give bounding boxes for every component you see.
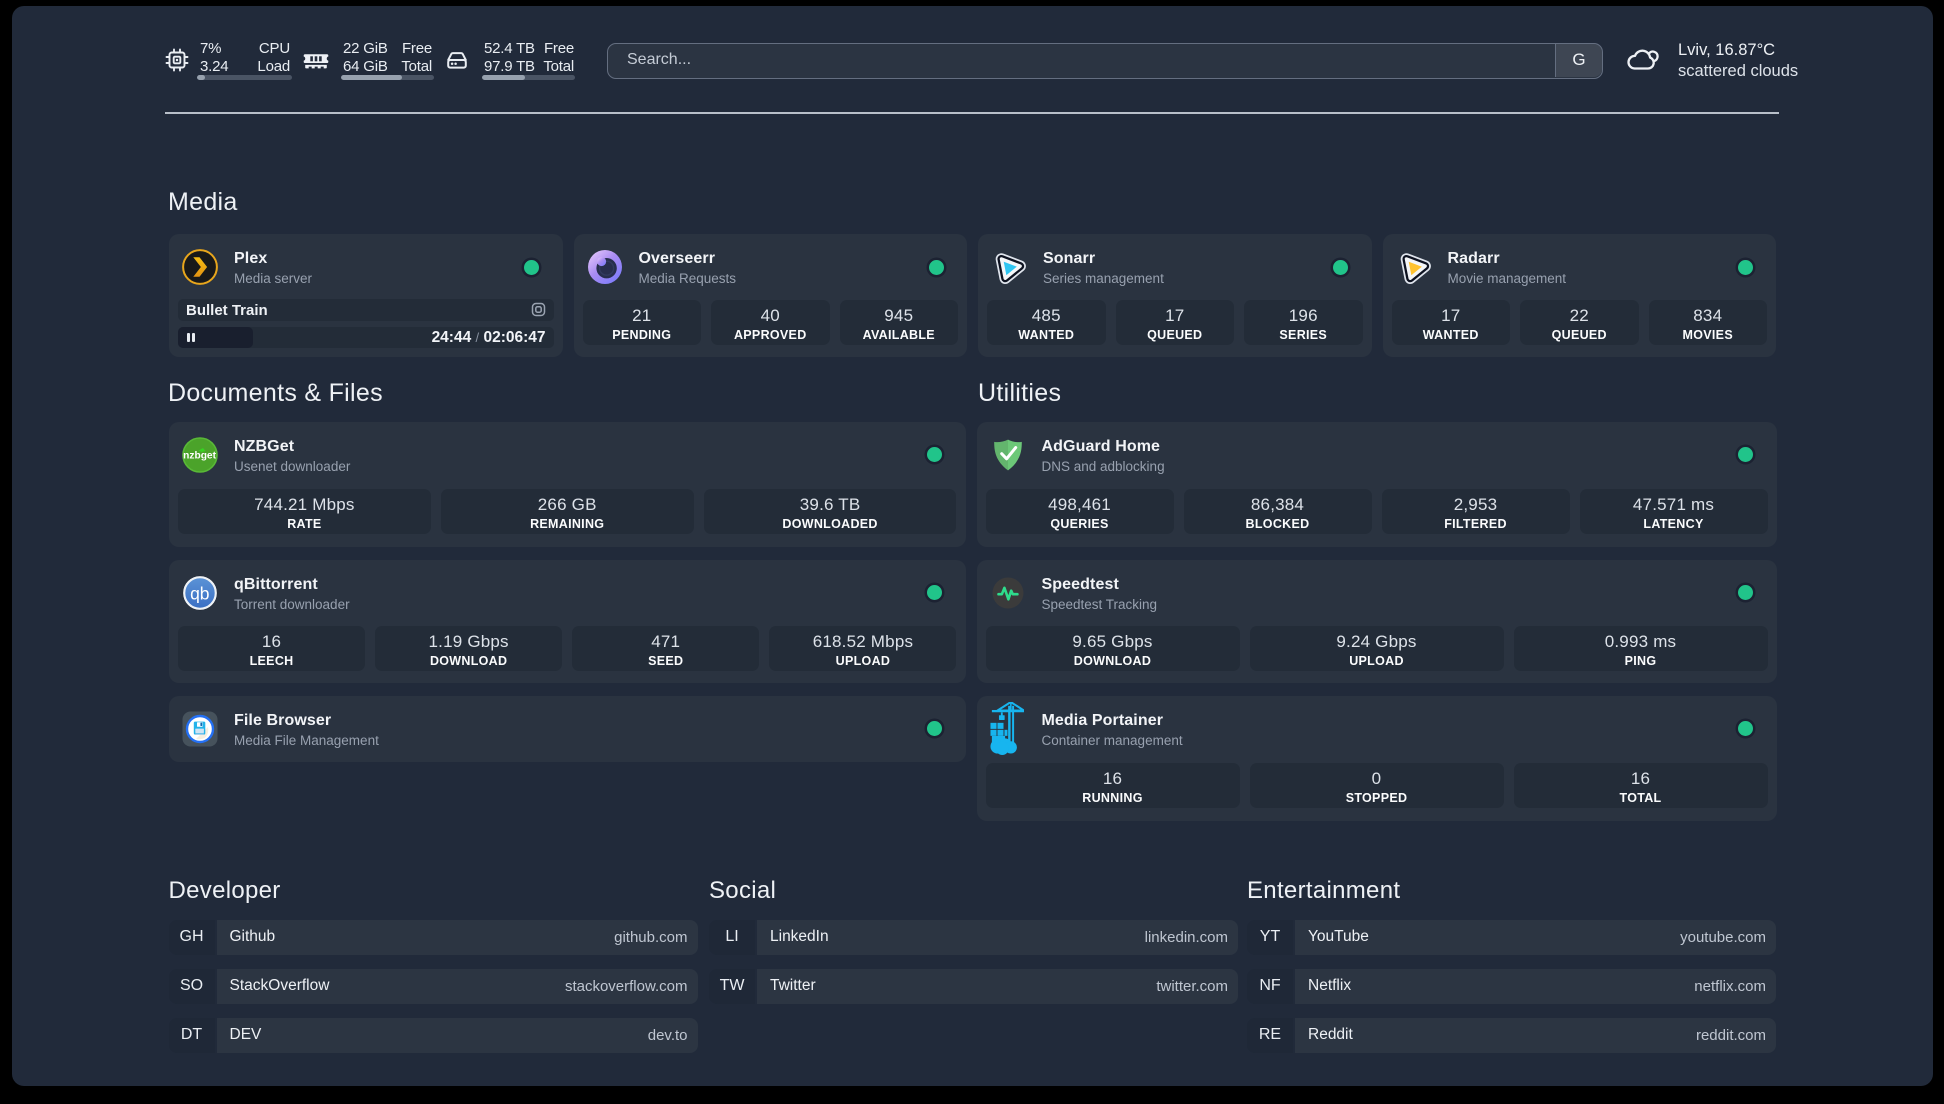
svg-text:nzbget: nzbget bbox=[183, 450, 216, 461]
svg-text:qb: qb bbox=[190, 583, 209, 603]
